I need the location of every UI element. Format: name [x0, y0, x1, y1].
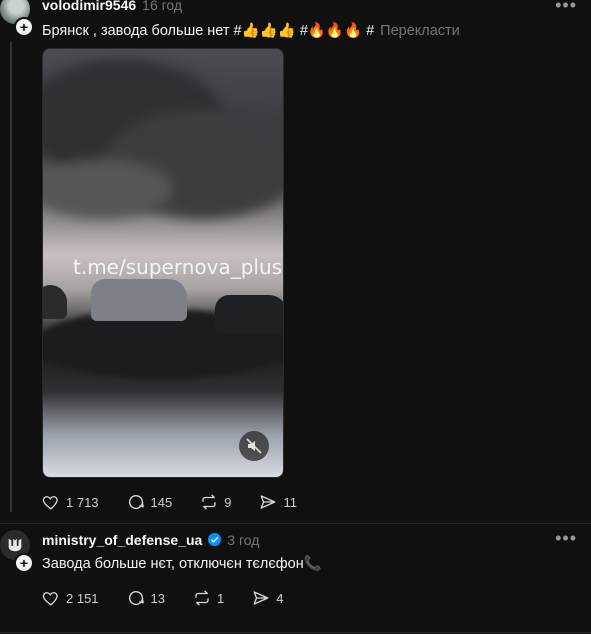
follow-plus-icon[interactable]: + — [14, 553, 34, 573]
comment-count: 145 — [150, 494, 173, 510]
repost-button[interactable]: 1 — [193, 589, 224, 607]
post-body: Брянск , завода больше нет #👍👍👍 #🔥🔥🔥 # — [42, 23, 375, 39]
post-volodimir9546: + volodimir9546 16 год ••• Брянск , заво… — [0, 0, 591, 522]
post-ministry-of-defense-ua: + ministry_of_defense_ua 3 год ••• — [0, 526, 591, 634]
share-button[interactable]: 11 — [259, 493, 297, 511]
post-divider — [0, 523, 591, 524]
send-icon — [253, 591, 269, 605]
send-icon — [261, 495, 276, 509]
comment-icon — [128, 590, 144, 606]
car — [215, 295, 283, 333]
share-count: 4 — [276, 590, 284, 606]
speaker-muted-icon[interactable] — [239, 431, 269, 461]
repost-button[interactable]: 9 — [200, 493, 231, 511]
comment-count: 13 — [150, 590, 166, 606]
repost-icon — [202, 494, 216, 510]
repost-count: 1 — [217, 590, 225, 606]
like-count: 1 713 — [66, 494, 99, 510]
post-video[interactable]: t.me/supernova_plus — [42, 48, 284, 478]
like-button[interactable]: 1 713 — [42, 493, 99, 511]
share-button[interactable]: 4 — [252, 589, 283, 607]
heart-icon — [42, 592, 58, 606]
action-bar: 1 713 145 9 11 — [42, 493, 325, 511]
action-bar: 2 151 13 1 4 — [42, 589, 311, 607]
threads-feed: + volodimir9546 16 год ••• Брянск , заво… — [0, 0, 591, 634]
timestamp[interactable]: 3 год — [227, 532, 259, 548]
repost-count: 9 — [224, 494, 232, 510]
verified-badge-icon — [208, 533, 222, 546]
follow-plus-icon[interactable]: + — [14, 17, 34, 37]
post-body: Завода больше нєт, отключєн тєлєфон📞 — [42, 556, 322, 572]
heart-icon — [42, 496, 58, 510]
post-header: volodimir9546 16 год — [42, 0, 182, 15]
comment-icon — [128, 494, 144, 510]
thread-line — [10, 42, 12, 512]
translate-link[interactable]: Перекласти — [380, 23, 460, 39]
comment-button[interactable]: 145 — [127, 493, 173, 511]
trident-logo-icon — [8, 538, 22, 552]
timestamp[interactable]: 16 год — [142, 0, 182, 13]
car — [43, 285, 67, 319]
feed-divider — [0, 632, 591, 633]
car — [91, 279, 187, 321]
more-options-icon[interactable]: ••• — [555, 529, 577, 547]
more-options-icon[interactable]: ••• — [555, 0, 577, 14]
video-watermark: t.me/supernova_plus — [73, 255, 283, 279]
like-button[interactable]: 2 151 — [42, 589, 99, 607]
post-text: Брянск , завода больше нет #👍👍👍 #🔥🔥🔥 # Пе… — [42, 22, 460, 39]
repost-icon — [195, 590, 209, 606]
like-count: 2 151 — [66, 590, 99, 606]
post-header: ministry_of_defense_ua 3 год — [42, 532, 259, 550]
comment-button[interactable]: 13 — [127, 589, 165, 607]
username[interactable]: ministry_of_defense_ua — [42, 532, 202, 548]
username[interactable]: volodimir9546 — [42, 0, 136, 13]
share-count: 11 — [283, 494, 297, 510]
